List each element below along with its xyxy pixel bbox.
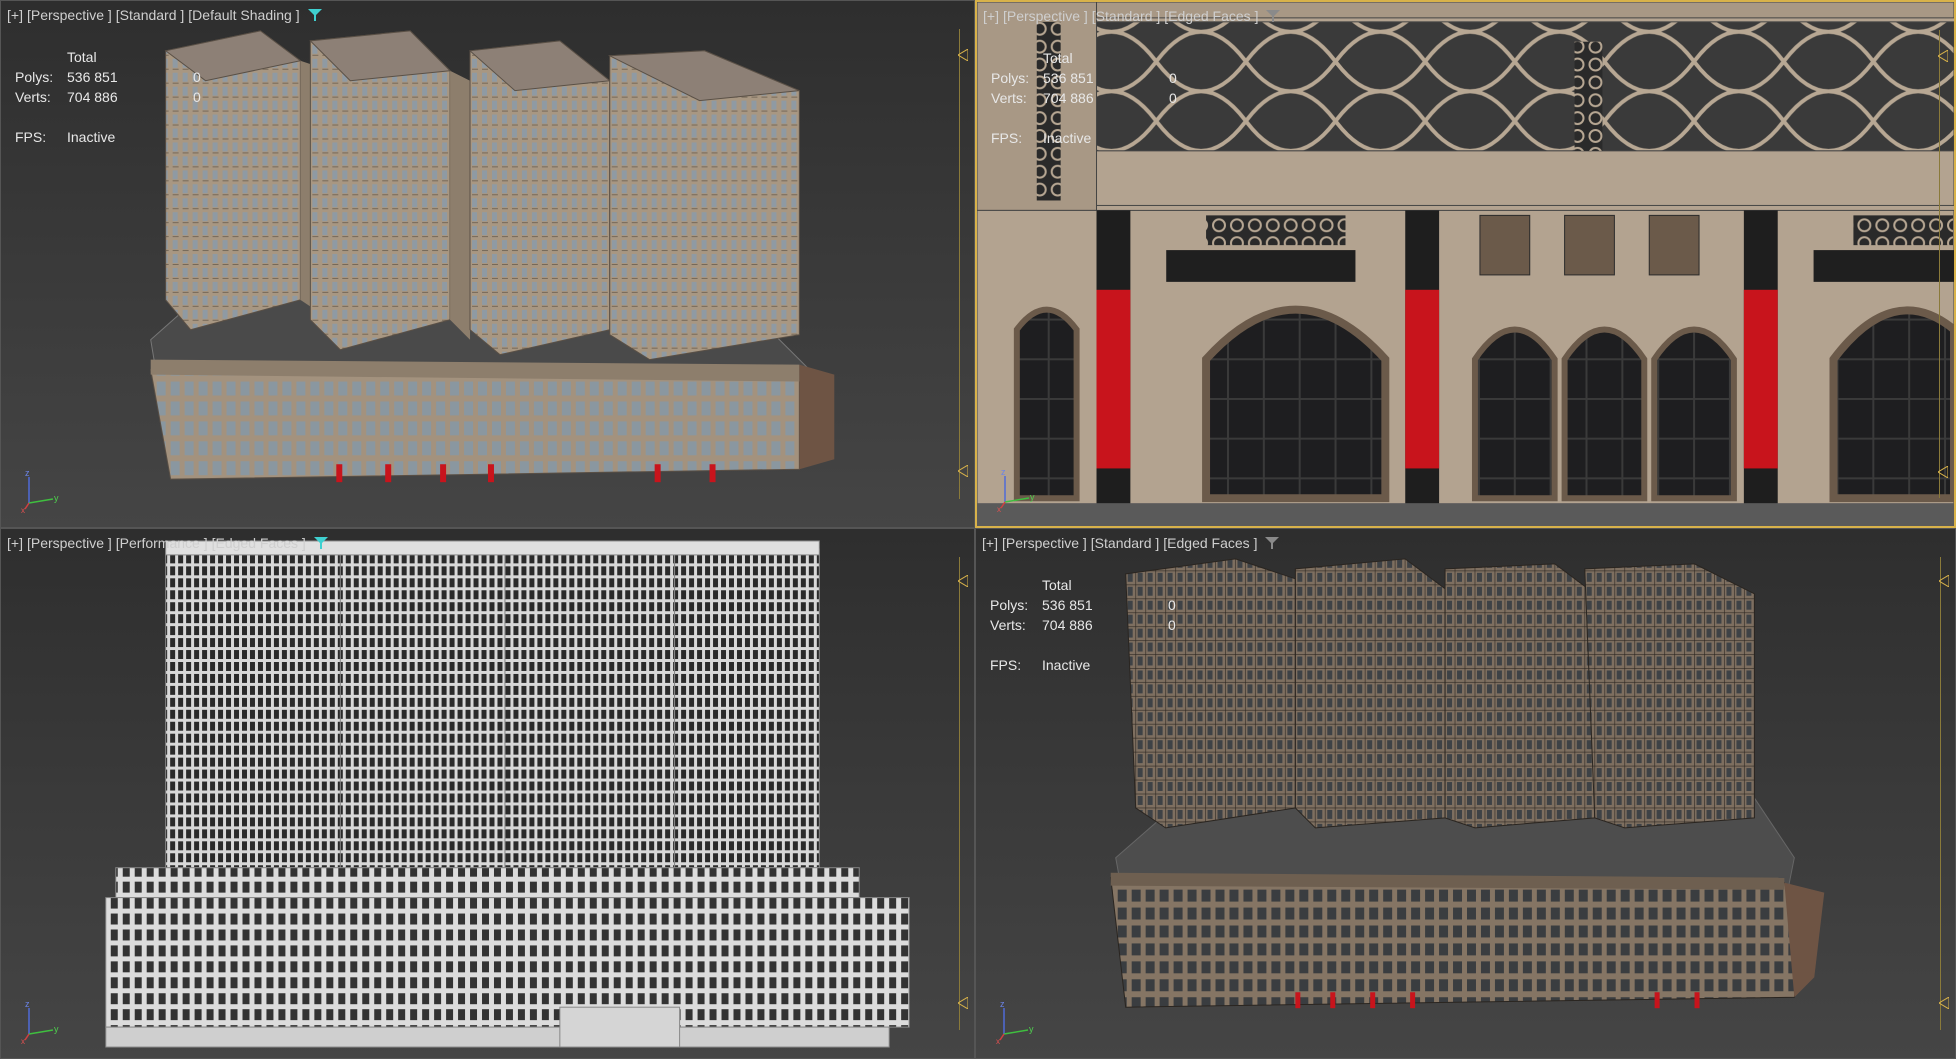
svg-text:x: x bbox=[997, 505, 1001, 512]
viewport-label: [+] [Perspective ] [Standard ] [Edged Fa… bbox=[982, 535, 1280, 551]
axis-tripod-icon: z y x bbox=[997, 467, 1035, 512]
statistics-panel: Total Polys: 536 851 0 Verts: 704 886 0 FPS:… bbox=[990, 575, 1188, 675]
point-of-view-menu[interactable]: [Perspective ] bbox=[1002, 535, 1087, 551]
left-arrow-icon bbox=[958, 997, 968, 1009]
viewport-edge-line bbox=[959, 29, 960, 499]
viewport-bottom-left[interactable]: [+] [Perspective ] [Performance ] [Edged… bbox=[0, 528, 975, 1059]
verts-total: 704 886 bbox=[1042, 617, 1093, 633]
viewport-edge-line bbox=[1940, 557, 1941, 1030]
polys-label: Polys: bbox=[990, 597, 1029, 613]
verts-label: Verts: bbox=[15, 89, 51, 105]
axis-tripod-icon: z y x bbox=[21, 999, 59, 1044]
svg-text:y: y bbox=[1030, 492, 1035, 502]
left-arrow-icon bbox=[1939, 997, 1949, 1009]
left-arrow-icon bbox=[1939, 575, 1949, 587]
svg-text:x: x bbox=[21, 506, 25, 513]
polys-label: Polys: bbox=[15, 69, 54, 85]
left-arrow-icon bbox=[1938, 466, 1948, 478]
shading-mode-menu[interactable]: [Default Shading ] bbox=[188, 7, 299, 23]
left-arrow-icon bbox=[958, 575, 968, 587]
viewport-label: [+] [Perspective ] [Performance ] [Edged… bbox=[7, 535, 328, 551]
polys-selected: 0 bbox=[1169, 70, 1177, 86]
fps-value: Inactive bbox=[67, 129, 116, 145]
fps-value: Inactive bbox=[1042, 657, 1091, 673]
fps-label: FPS: bbox=[990, 657, 1022, 673]
svg-text:z: z bbox=[25, 468, 30, 478]
polys-total: 536 851 bbox=[1043, 70, 1094, 86]
viewport-menu-button[interactable]: [+] bbox=[983, 8, 999, 24]
viewport-edge-line bbox=[1939, 30, 1940, 498]
polys-selected: 0 bbox=[193, 69, 201, 85]
verts-label: Verts: bbox=[990, 617, 1026, 633]
filter-funnel-icon[interactable] bbox=[1266, 9, 1281, 23]
svg-text:z: z bbox=[25, 999, 30, 1009]
shading-mode-menu[interactable]: [Edged Faces ] bbox=[1164, 8, 1258, 24]
viewport-edge-line bbox=[959, 557, 960, 1030]
stats-header: Total bbox=[67, 49, 97, 65]
filter-funnel-icon[interactable] bbox=[307, 8, 322, 22]
point-of-view-menu[interactable]: [Perspective ] bbox=[27, 7, 112, 23]
statistics-panel: Total Polys: 536 851 0 Verts: 704 886 0 FPS:… bbox=[991, 48, 1189, 148]
filter-funnel-icon[interactable] bbox=[1265, 536, 1280, 550]
polys-label: Polys: bbox=[991, 70, 1030, 86]
stats-header: Total bbox=[1043, 50, 1073, 66]
verts-label: Verts: bbox=[991, 90, 1027, 106]
svg-text:y: y bbox=[54, 493, 59, 503]
shading-quality-menu[interactable]: [Standard ] bbox=[116, 7, 185, 23]
left-arrow-icon bbox=[958, 465, 968, 477]
polys-total: 536 851 bbox=[1042, 597, 1093, 613]
svg-text:y: y bbox=[1029, 1024, 1034, 1034]
polys-total: 536 851 bbox=[67, 69, 118, 85]
svg-text:x: x bbox=[996, 1037, 1000, 1044]
viewport-label: [+] [Perspective ] [Standard ] [Edged Fa… bbox=[983, 8, 1281, 24]
viewport-menu-button[interactable]: [+] bbox=[982, 535, 998, 551]
viewport-menu-button[interactable]: [+] bbox=[7, 535, 23, 551]
viewport-label: [+] [Perspective ] [Standard ] [Default … bbox=[7, 7, 322, 23]
verts-total: 704 886 bbox=[1043, 90, 1094, 106]
verts-total: 704 886 bbox=[67, 89, 118, 105]
fps-label: FPS: bbox=[991, 130, 1023, 146]
shading-mode-menu[interactable]: [Edged Faces ] bbox=[212, 535, 306, 551]
svg-text:z: z bbox=[1001, 467, 1006, 477]
filter-funnel-icon[interactable] bbox=[313, 536, 328, 550]
svg-text:y: y bbox=[54, 1024, 59, 1034]
viewport-bottom-right[interactable]: [+] [Perspective ] [Standard ] [Edged Fa… bbox=[975, 528, 1956, 1059]
viewport-top-right[interactable]: [+] [Perspective ] [Standard ] [Edged Fa… bbox=[975, 0, 1956, 528]
point-of-view-menu[interactable]: [Perspective ] bbox=[1003, 8, 1088, 24]
point-of-view-menu[interactable]: [Perspective ] bbox=[27, 535, 112, 551]
left-arrow-icon bbox=[958, 49, 968, 61]
scene-render bbox=[105, 540, 910, 1048]
axis-tripod-icon: z y x bbox=[996, 999, 1034, 1044]
svg-text:x: x bbox=[21, 1037, 25, 1044]
fps-label: FPS: bbox=[15, 129, 47, 145]
verts-selected: 0 bbox=[1168, 617, 1176, 633]
stats-header: Total bbox=[1042, 577, 1072, 593]
left-arrow-icon bbox=[1938, 50, 1948, 62]
axis-tripod-icon: z y x bbox=[21, 468, 59, 513]
shading-mode-menu[interactable]: [Edged Faces ] bbox=[1163, 535, 1257, 551]
statistics-panel: Total Polys: 536 851 0 Verts: 704 886 0 FPS:… bbox=[15, 47, 213, 147]
shading-quality-menu[interactable]: [Standard ] bbox=[1092, 8, 1161, 24]
verts-selected: 0 bbox=[1169, 90, 1177, 106]
verts-selected: 0 bbox=[193, 89, 201, 105]
viewport-layout: [+] [Perspective ] [Standard ] [Default … bbox=[0, 0, 1956, 1059]
shading-quality-menu[interactable]: [Performance ] bbox=[116, 535, 208, 551]
viewport-menu-button[interactable]: [+] bbox=[7, 7, 23, 23]
svg-text:z: z bbox=[1000, 999, 1005, 1009]
viewport-top-left[interactable]: [+] [Perspective ] [Standard ] [Default … bbox=[0, 0, 975, 528]
polys-selected: 0 bbox=[1168, 597, 1176, 613]
shading-quality-menu[interactable]: [Standard ] bbox=[1091, 535, 1160, 551]
fps-value: Inactive bbox=[1043, 130, 1092, 146]
